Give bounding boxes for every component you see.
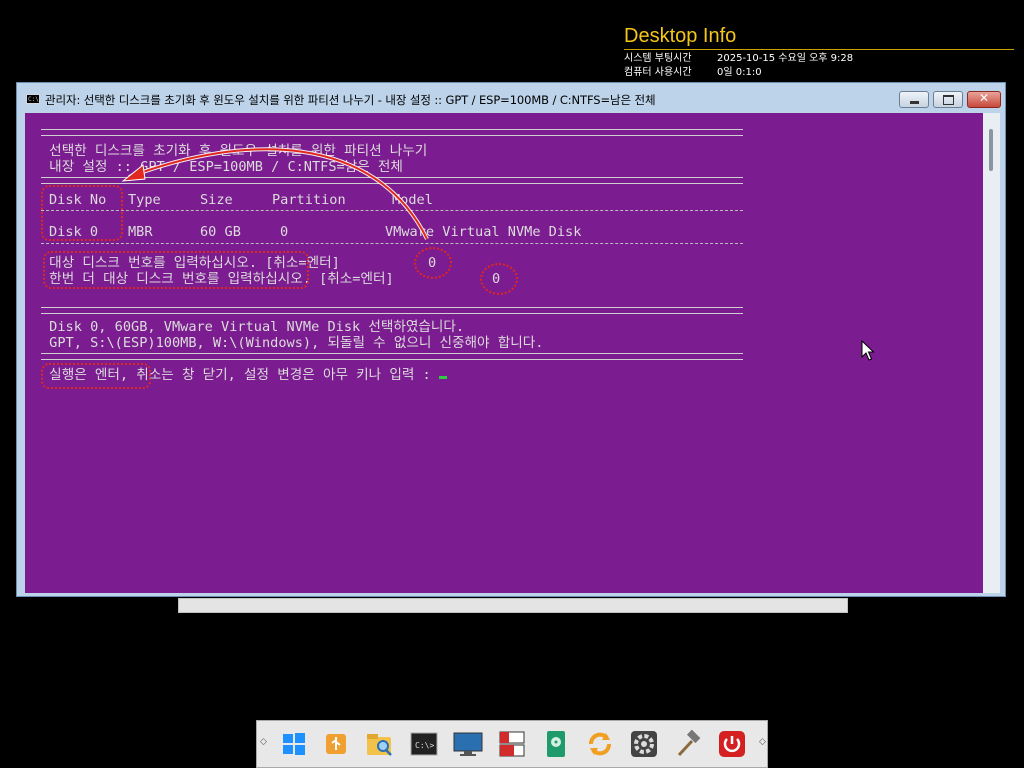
uptime-value: 0일 0:1:0 — [717, 67, 762, 78]
scrollbar-thumb[interactable] — [989, 129, 993, 171]
mouse-pointer-icon — [861, 340, 875, 361]
desktop-info-title: Desktop Info — [624, 25, 737, 47]
uptime-label: 컴퓨터 사용시간 — [624, 67, 692, 78]
minimize-button[interactable] — [899, 91, 929, 108]
usb-drive-icon[interactable] — [319, 727, 353, 761]
file-explorer-search-icon[interactable] — [363, 727, 397, 761]
maximize-button[interactable] — [933, 91, 963, 108]
boot-time-label: 시스템 부팅시간 — [624, 53, 692, 64]
command-prompt-icon[interactable]: C:\ — [26, 94, 40, 104]
annotation-arrow-line — [128, 148, 428, 240]
annotation-arrow-head — [121, 164, 146, 182]
taskbar-scroll-right-icon[interactable]: ◇ — [759, 737, 766, 747]
sync-icon[interactable] — [583, 727, 617, 761]
settings-gear-icon[interactable] — [627, 727, 661, 761]
close-button[interactable]: ✕ — [967, 91, 1001, 108]
console-window[interactable]: C:\ 관리자: 선택한 디스크를 초기화 후 윈도우 설치를 위한 파티션 나… — [16, 82, 1006, 597]
uptime-row: 컴퓨터 사용시간 0일 0:1:0 — [624, 66, 1014, 80]
vertical-scrollbar[interactable] — [983, 113, 1000, 593]
taskbar: ◇ C:\> ◇ — [256, 720, 768, 768]
command-prompt-icon[interactable]: C:\> — [407, 727, 441, 761]
background-window-edge — [178, 598, 848, 613]
partition-tool-icon[interactable] — [495, 727, 529, 761]
desktop-info-widget: Desktop Info 시스템 부팅시간 2025-10-15 수요일 오후 9… — [624, 24, 1014, 80]
boot-time-row: 시스템 부팅시간 2025-10-15 수요일 오후 9:28 — [624, 52, 1014, 66]
window-titlebar[interactable]: C:\ 관리자: 선택한 디스크를 초기화 후 윈도우 설치를 위한 파티션 나… — [17, 83, 1005, 113]
boot-time-value: 2025-10-15 수요일 오후 9:28 — [717, 53, 854, 64]
monitor-icon[interactable] — [451, 727, 485, 761]
close-icon: ✕ — [978, 91, 990, 105]
desktop-info-divider — [624, 49, 1014, 50]
svg-text:C:\>: C:\> — [415, 741, 434, 750]
annotation-arrow — [121, 147, 429, 240]
window-title: 관리자: 선택한 디스크를 초기화 후 윈도우 설치를 위한 파티션 나누기 -… — [45, 93, 656, 107]
tools-hammer-icon[interactable] — [671, 727, 705, 761]
power-icon[interactable] — [715, 727, 749, 761]
windows-start-icon[interactable] — [277, 727, 311, 761]
console-output[interactable]: 선택한 디스크를 초기화 후 윈도우 설치를 위한 파티션 나누기 내장 설정 … — [25, 113, 983, 593]
disk-utility-icon[interactable] — [539, 727, 573, 761]
taskbar-scroll-left-icon[interactable]: ◇ — [260, 737, 267, 747]
